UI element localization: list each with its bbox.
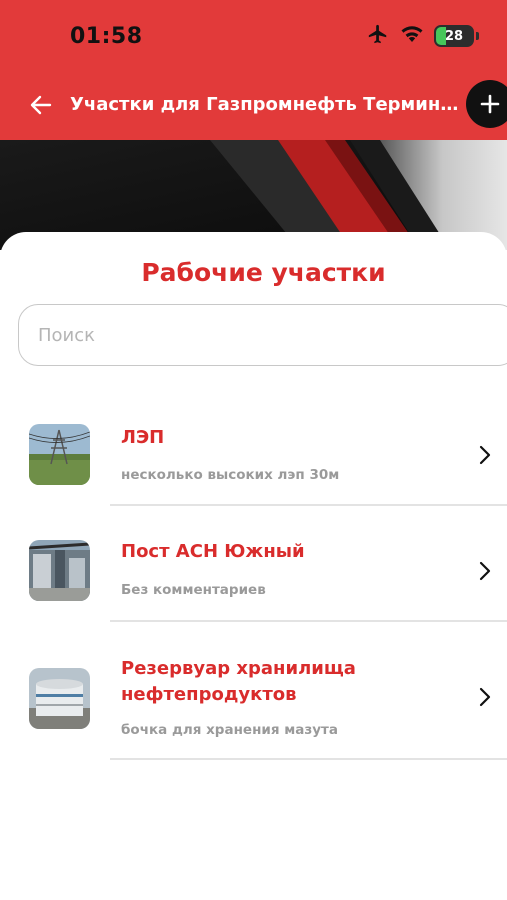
header-bar: 01:58 28 Участки для Газпромнефть Термин… xyxy=(0,0,507,140)
back-button[interactable] xyxy=(26,90,56,120)
divider xyxy=(110,620,507,622)
screen: 01:58 28 Участки для Газпромнефть Термин… xyxy=(0,0,507,900)
bottom-sheet: Рабочие участки ЛЭП несколько высоких лэ… xyxy=(0,232,507,900)
nav-bar: Участки для Газпромнефть Терминал... xyxy=(0,78,507,136)
tank-thumbnail xyxy=(29,668,90,729)
sheet-title: Рабочие участки xyxy=(141,258,386,287)
station-thumbnail xyxy=(29,540,90,601)
add-button[interactable] xyxy=(466,80,507,128)
chevron-right-icon xyxy=(479,445,491,465)
chevron-right-icon xyxy=(479,561,491,581)
item-title: Пост АСН Южный xyxy=(121,541,305,562)
battery-level: 28 xyxy=(444,28,464,44)
battery-charging-icon: 28 xyxy=(434,25,474,47)
item-subtitle: Без комментариев xyxy=(121,582,266,598)
item-subtitle: несколько высоких лэп 30м xyxy=(121,467,340,483)
divider xyxy=(110,758,507,760)
list-item[interactable]: ЛЭП несколько высоких лэп 30м xyxy=(0,404,507,520)
list-item[interactable]: Пост АСН Южный Без комментариев xyxy=(0,520,507,636)
plus-icon xyxy=(480,94,500,114)
power-line-thumbnail xyxy=(29,424,90,485)
airplane-icon xyxy=(366,23,390,49)
item-title: ЛЭП xyxy=(121,427,165,448)
chevron-right-icon xyxy=(479,687,491,707)
status-bar: 01:58 28 xyxy=(0,0,507,70)
list-item[interactable]: Резервуар хранилища нефтепродуктов бочка… xyxy=(0,636,507,776)
status-icons: 28 xyxy=(366,24,479,48)
wifi-icon xyxy=(400,24,424,48)
item-title: Резервуар хранилища нефтепродуктов xyxy=(121,658,356,705)
item-subtitle: бочка для хранения мазута xyxy=(121,722,338,738)
divider xyxy=(110,504,507,506)
area-list: ЛЭП несколько высоких лэп 30м Пост АСН Ю… xyxy=(0,404,507,776)
search-input[interactable] xyxy=(18,304,507,366)
status-time: 01:58 xyxy=(70,24,143,49)
page-title: Участки для Газпромнефть Терминал... xyxy=(70,94,460,115)
arrow-left-icon xyxy=(30,95,52,115)
